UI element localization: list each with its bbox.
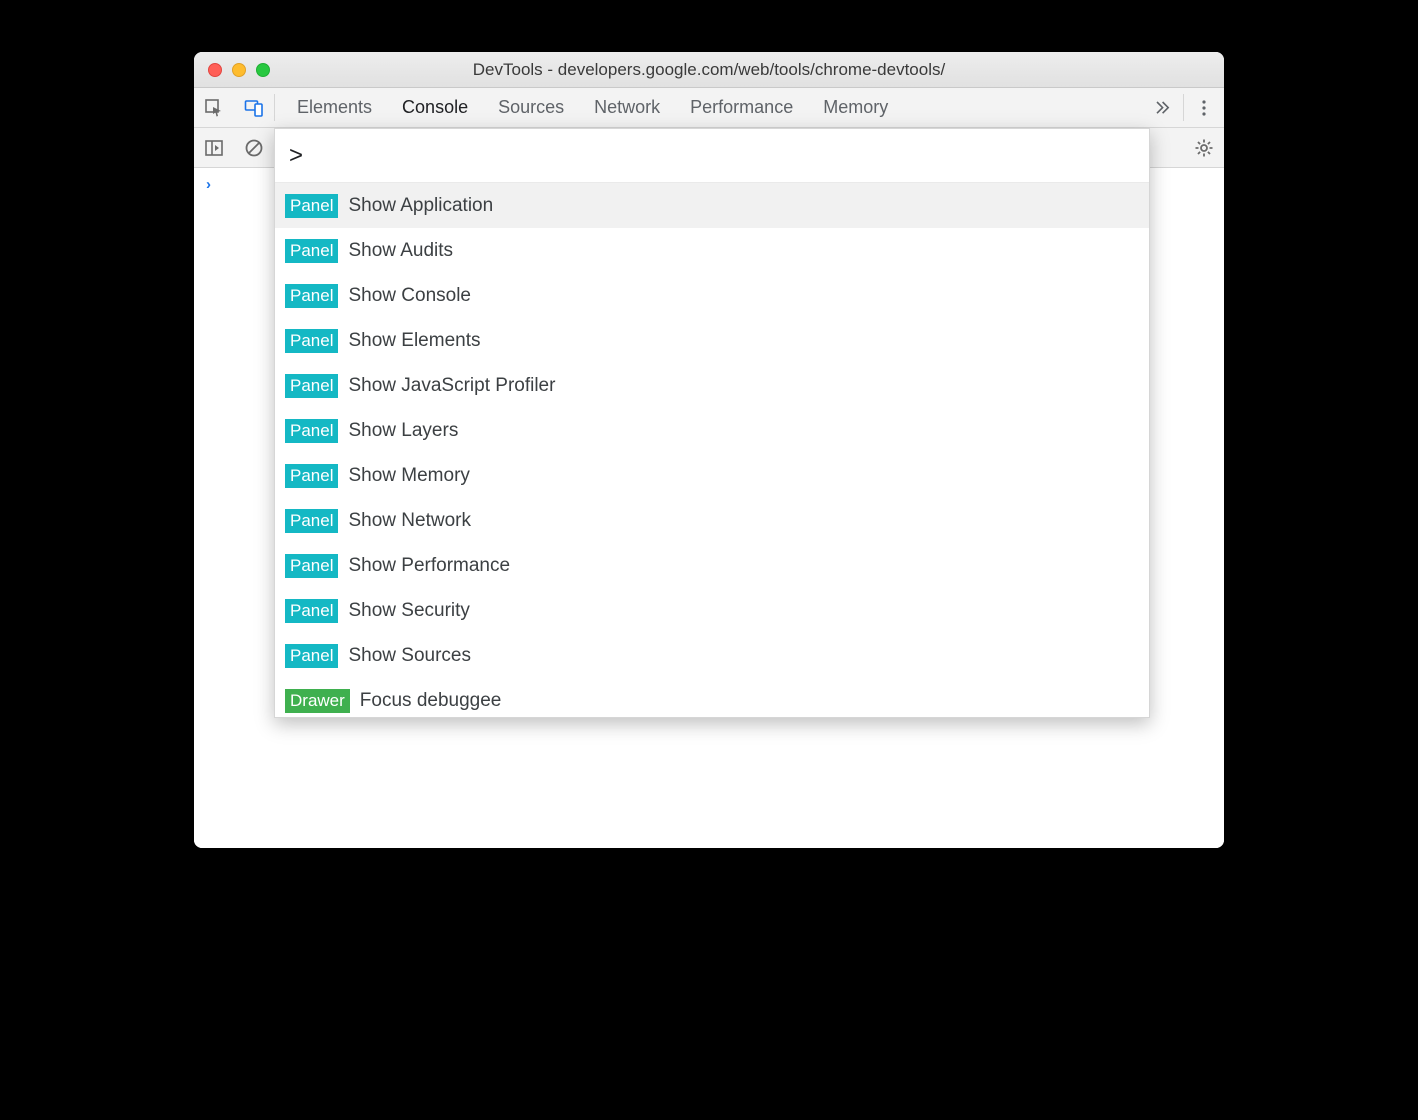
- tab-sources[interactable]: Sources: [498, 97, 564, 118]
- window-close-button[interactable]: [208, 63, 222, 77]
- traffic-lights: [208, 63, 270, 77]
- panel-badge: Panel: [285, 194, 338, 218]
- command-menu-item[interactable]: Panel Show Audits: [275, 228, 1149, 273]
- panel-badge: Panel: [285, 509, 338, 533]
- panel-badge: Panel: [285, 644, 338, 668]
- panel-badge: Panel: [285, 464, 338, 488]
- command-menu: > PanelShow ApplicationPanelShow AuditsP…: [274, 128, 1150, 718]
- command-menu-item[interactable]: Panel Show Application: [275, 183, 1149, 228]
- command-menu-item-label: Show Performance: [348, 555, 510, 577]
- panel-badge: Panel: [285, 374, 338, 398]
- tab-console[interactable]: Console: [402, 97, 468, 118]
- command-menu-prefix: >: [289, 142, 303, 170]
- command-menu-item[interactable]: Panel Show Network: [275, 498, 1149, 543]
- console-settings-icon[interactable]: [1184, 138, 1224, 158]
- sidebar-toggle-icon[interactable]: [194, 138, 234, 158]
- panel-badge: Panel: [285, 419, 338, 443]
- window-title: DevTools - developers.google.com/web/too…: [194, 60, 1224, 80]
- clear-console-icon[interactable]: [234, 138, 274, 158]
- command-menu-item-label: Show JavaScript Profiler: [348, 375, 555, 397]
- command-menu-item-label: Show Memory: [348, 465, 469, 487]
- tab-performance[interactable]: Performance: [690, 97, 793, 118]
- panel-tabs: Elements Console Sources Network Perform…: [275, 88, 1143, 127]
- command-menu-input[interactable]: >: [275, 129, 1149, 183]
- command-menu-item[interactable]: Panel Show Security: [275, 588, 1149, 633]
- command-menu-item-label: Show Sources: [348, 645, 471, 667]
- command-menu-item[interactable]: Panel Show Console: [275, 273, 1149, 318]
- panel-badge: Panel: [285, 329, 338, 353]
- command-menu-item[interactable]: Panel Show Performance: [275, 543, 1149, 588]
- command-menu-item[interactable]: Panel Show JavaScript Profiler: [275, 363, 1149, 408]
- command-menu-item-label: Show Audits: [348, 240, 453, 262]
- command-menu-item-label: Show Network: [348, 510, 471, 532]
- command-menu-item-label: Show Layers: [348, 420, 458, 442]
- devtools-window: DevTools - developers.google.com/web/too…: [194, 52, 1224, 848]
- panel-badge: Panel: [285, 239, 338, 263]
- tabs-overflow-icon[interactable]: [1143, 88, 1183, 127]
- tab-elements[interactable]: Elements: [297, 97, 372, 118]
- device-toggle-icon[interactable]: [234, 88, 274, 127]
- panel-badge: Panel: [285, 284, 338, 308]
- window-minimize-button[interactable]: [232, 63, 246, 77]
- command-menu-item-label: Show Application: [348, 195, 493, 217]
- more-options-icon[interactable]: [1184, 88, 1224, 127]
- tab-network[interactable]: Network: [594, 97, 660, 118]
- inspect-element-icon[interactable]: [194, 88, 234, 127]
- command-menu-item-label: Show Elements: [348, 330, 480, 352]
- tab-memory[interactable]: Memory: [823, 97, 888, 118]
- command-menu-item[interactable]: Panel Show Memory: [275, 453, 1149, 498]
- command-menu-item-label: Show Security: [348, 600, 469, 622]
- command-menu-list: PanelShow ApplicationPanelShow AuditsPan…: [275, 183, 1149, 717]
- command-menu-item[interactable]: Panel Show Layers: [275, 408, 1149, 453]
- panel-badge: Panel: [285, 599, 338, 623]
- drawer-badge: Drawer: [285, 689, 350, 713]
- main-toolbar: Elements Console Sources Network Perform…: [194, 88, 1224, 128]
- window-zoom-button[interactable]: [256, 63, 270, 77]
- command-menu-item[interactable]: Panel Show Sources: [275, 633, 1149, 678]
- command-menu-item[interactable]: Panel Show Elements: [275, 318, 1149, 363]
- command-menu-item-label: Focus debuggee: [360, 690, 502, 712]
- command-menu-item[interactable]: Drawer Focus debuggee: [275, 678, 1149, 717]
- console-prompt-icon: ›: [206, 176, 211, 193]
- command-menu-item-label: Show Console: [348, 285, 471, 307]
- panel-badge: Panel: [285, 554, 338, 578]
- titlebar: DevTools - developers.google.com/web/too…: [194, 52, 1224, 88]
